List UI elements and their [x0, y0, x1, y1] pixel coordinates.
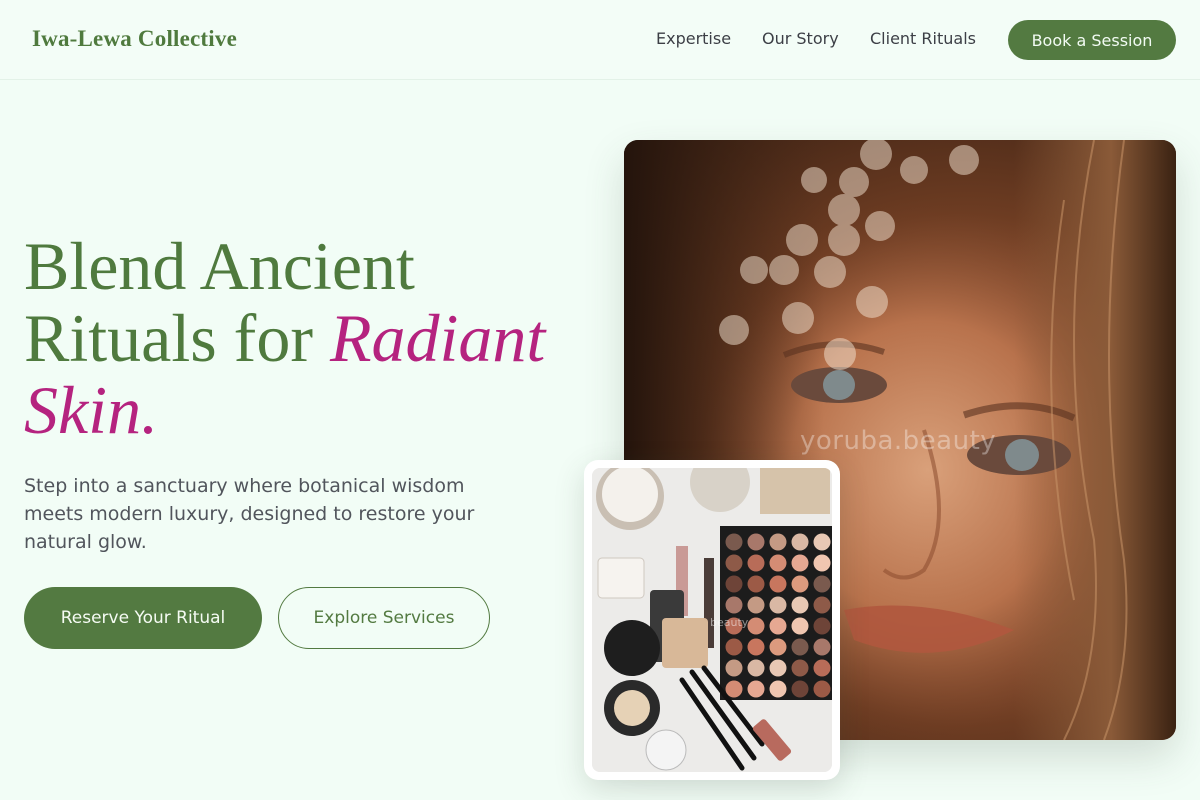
site-header: Iwa-Lewa Collective Expertise Our Story … — [0, 0, 1200, 80]
explore-services-button[interactable]: Explore Services — [278, 587, 490, 649]
nav-link-our-story[interactable]: Our Story — [762, 29, 839, 48]
book-session-button[interactable]: Book a Session — [1008, 20, 1176, 60]
brand-logo[interactable]: Iwa-Lewa Collective — [32, 26, 237, 52]
nav-link-client-rituals[interactable]: Client Rituals — [870, 29, 976, 48]
nav-link-expertise[interactable]: Expertise — [656, 29, 731, 48]
makeup-flatlay-image: beauty — [592, 468, 832, 772]
makeup-photo-card: beauty — [584, 460, 840, 780]
portrait-watermark: yoruba.beauty — [800, 426, 997, 456]
reserve-ritual-button[interactable]: Reserve Your Ritual — [24, 587, 262, 649]
hero-headline: Blend Ancient Rituals for Radiant Skin. — [24, 230, 604, 446]
hero-subtext: Step into a sanctuary where botanical wi… — [24, 475, 475, 553]
makeup-watermark: beauty — [710, 616, 749, 629]
